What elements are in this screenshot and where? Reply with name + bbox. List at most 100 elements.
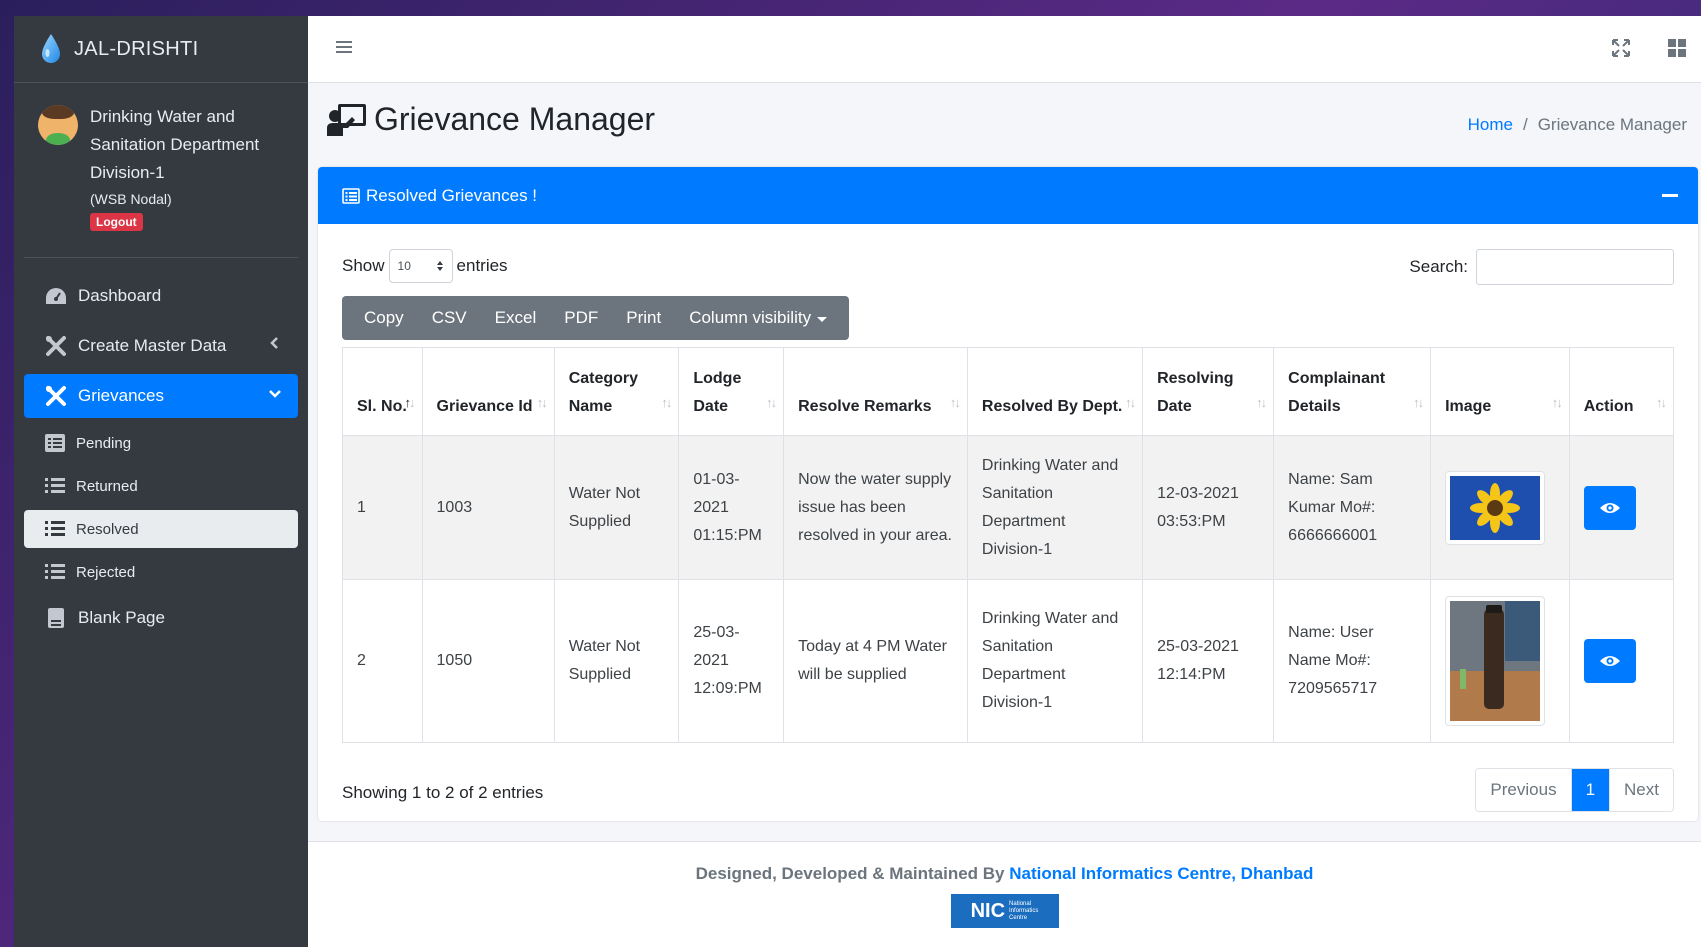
column-header-sl-no[interactable]: Sl. No. ↑↓ [342, 347, 423, 436]
sort-icon: ↑↓ [1656, 395, 1667, 410]
pdf-button[interactable]: PDF [550, 296, 612, 340]
sidebar-item-grievances[interactable]: Grievances [24, 374, 298, 418]
sort-icon: ↑↓ [1413, 395, 1424, 410]
column-visibility-button[interactable]: Column visibility [675, 296, 841, 340]
cell-sl-no: 1 [342, 435, 423, 580]
table-info: Showing 1 to 2 of 2 entries [342, 783, 544, 802]
cell-complainant: Name: User Name Mo#: 7209565717 [1273, 579, 1432, 743]
cell-grievance-id: 1050 [421, 579, 555, 743]
page-title: Grievance Manager [326, 101, 655, 138]
column-header-grievance-id[interactable]: Grievance Id ↑↓ [421, 347, 555, 436]
column-header-resolved-by-dept[interactable]: Resolved By Dept. ↑↓ [966, 347, 1144, 436]
column-header-resolve-remarks[interactable]: Resolve Remarks ↑↓ [783, 347, 968, 436]
list-icon [45, 564, 65, 579]
view-button[interactable] [1583, 485, 1636, 530]
cell-action [1568, 435, 1675, 580]
bottle-photo-image [1450, 601, 1541, 721]
grievance-image-thumbnail[interactable] [1445, 596, 1546, 726]
page-1-button[interactable]: 1 [1570, 769, 1610, 811]
brand[interactable]: JAL-DRISHTI [14, 16, 308, 83]
cell-sl-no: 2 [342, 579, 423, 743]
avatar [38, 105, 78, 145]
breadcrumb-separator: / [1522, 115, 1528, 134]
water-drop-icon [42, 34, 60, 63]
cell-dept: Drinking Water and Sanitation Department… [966, 435, 1144, 580]
sort-icon: ↑↓ [949, 395, 961, 410]
sidebar-item-create-master-data[interactable]: Create Master Data [24, 324, 298, 368]
brand-name: JAL-DRISHTI [74, 37, 199, 60]
sidebar-subitem-label: Pending [76, 434, 132, 452]
footer-org-link[interactable]: National Informatics Centre, Dhanbad [1009, 864, 1313, 883]
header-label: Category Name [568, 370, 639, 415]
entries-select-value: 10 [397, 259, 411, 273]
grievance-image-thumbnail[interactable] [1445, 470, 1546, 545]
sort-icon: ↑↓ [1125, 395, 1136, 410]
copy-button[interactable]: Copy [350, 296, 418, 340]
sidebar-item-dashboard[interactable]: Dashboard [24, 274, 298, 318]
nic-logo: NIC National Informatics Centre [950, 894, 1059, 928]
card-title: Resolved Grievances ! [366, 185, 538, 205]
sidebar-subitem-label: Rejected [76, 563, 136, 581]
cell-resolving-date: 25-03-2021 12:14:PM [1142, 579, 1275, 743]
user-name[interactable]: Drinking Water and Sanitation Department… [90, 103, 280, 187]
nic-logo-subtext: National Informatics Centre [1009, 900, 1039, 921]
sort-icon: ↑↓ [766, 395, 777, 410]
next-page-button[interactable]: Next [1609, 769, 1673, 811]
sidebar-nav: Dashboard Create Master Data Grievances … [14, 258, 308, 640]
export-button-group: Copy CSV Excel PDF Print Column visibili… [342, 296, 850, 340]
breadcrumb-current: Grievance Manager [1537, 115, 1687, 134]
view-button[interactable] [1583, 639, 1636, 683]
collapse-icon[interactable] [1662, 194, 1678, 197]
sidebar-subitem-resolved[interactable]: Resolved [24, 510, 298, 548]
eye-icon [1599, 656, 1620, 666]
list-icon [45, 521, 65, 536]
csv-button[interactable]: CSV [418, 296, 481, 340]
header-label: Sl. No. [357, 398, 407, 415]
column-header-image[interactable]: Image ↑↓ [1430, 347, 1570, 436]
breadcrumb-home-link[interactable]: Home [1468, 115, 1513, 134]
hamburger-icon[interactable] [334, 38, 354, 56]
sort-icon: ↑↓ [536, 395, 548, 410]
footer-credit: Designed, Developed & Maintained By [695, 864, 1005, 883]
sidebar-subitem-rejected[interactable]: Rejected [24, 553, 298, 591]
table-row: 2 1050 Water Not Supplied 25-03-2021 12:… [342, 579, 1675, 743]
eye-icon [1599, 502, 1620, 513]
column-header-lodge-date[interactable]: Lodge Date ↑↓ [678, 347, 785, 436]
header-label: Grievance Id [436, 398, 533, 415]
excel-button[interactable]: Excel [481, 296, 551, 340]
sidebar-subitem-label: Returned [76, 477, 138, 495]
tools-icon [44, 334, 68, 358]
entries-label: entries [456, 256, 508, 275]
sidebar-subitem-label: Resolved [76, 520, 139, 538]
print-button[interactable]: Print [612, 296, 675, 340]
column-header-action[interactable]: Action ↑↓ [1568, 347, 1675, 436]
card-header: Resolved Grievances ! [318, 167, 1698, 224]
sidebar-item-label: Dashboard [78, 286, 162, 305]
fullscreen-icon[interactable] [1611, 38, 1631, 58]
footer: Designed, Developed & Maintained By Nati… [308, 841, 1701, 947]
logout-button[interactable]: Logout [90, 213, 143, 231]
column-header-complainant-details[interactable]: Complainant Details ↑↓ [1273, 347, 1432, 436]
app-window: JAL-DRISHTI Drinking Water and Sanitatio… [14, 16, 1701, 947]
chalkboard-teacher-icon [327, 103, 366, 136]
entries-select[interactable]: 10 [388, 249, 453, 283]
file-icon [44, 606, 68, 630]
column-header-category-name[interactable]: Category Name ↑↓ [553, 347, 680, 436]
search-label: Search: [1409, 257, 1468, 276]
content-header: Grievance Manager Home / Grievance Manager [308, 83, 1701, 167]
table-row: 1 1003 Water Not Supplied 01-03-2021 01:… [342, 435, 1675, 580]
sidebar-subitem-returned[interactable]: Returned [24, 467, 298, 505]
main-content: Grievance Manager Home / Grievance Manager… [308, 16, 1701, 947]
page-title-text: Grievance Manager [374, 101, 656, 137]
previous-page-button[interactable]: Previous [1476, 769, 1571, 811]
column-header-resolving-date[interactable]: Resolving Date ↑↓ [1142, 347, 1275, 436]
pagination: Previous 1 Next [1475, 768, 1674, 812]
header-label: Action [1583, 398, 1634, 415]
sidebar-item-blank-page[interactable]: Blank Page [24, 596, 298, 640]
sidebar-subitem-pending[interactable]: Pending [24, 424, 298, 462]
search-input[interactable] [1476, 249, 1674, 285]
tachometer-icon [44, 284, 68, 308]
grievance-table: Sl. No. ↑↓ Grievance Id ↑↓ Category Name ↑↓… [342, 347, 1675, 743]
control-sidebar-icon[interactable] [1667, 38, 1687, 58]
user-panel: Drinking Water and Sanitation Department… [24, 83, 298, 258]
